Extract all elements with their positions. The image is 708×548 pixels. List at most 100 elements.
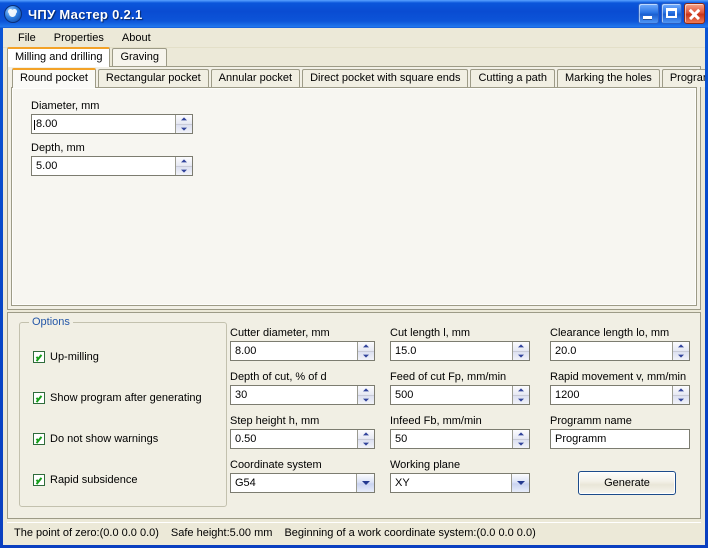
minimize-button[interactable] [638,3,659,24]
menu-item-about[interactable]: About [113,30,160,46]
rapid-movement-value[interactable]: 1200 [551,389,672,401]
tab-round-pocket[interactable]: Round pocket [12,68,96,88]
step-height-value[interactable]: 0.50 [231,433,357,445]
cut-length-spin-down[interactable] [513,350,529,361]
tab-marking-the-holes[interactable]: Marking the holes [556,69,660,87]
clearance-length-label: Clearance length lo, mm [550,327,670,339]
feed-of-cut-spin-down[interactable] [513,394,529,405]
checkbox-row-rapid-subsidence[interactable]: Rapid subsidence [33,474,137,486]
status-bar-text: The point of zero:(0.0 0.0 0.0) Safe heig… [7,527,548,539]
depth-of-cut-spin-up[interactable] [358,386,374,395]
close-button[interactable] [684,3,705,24]
checkbox-row-up-milling[interactable]: Up-milling [33,351,99,363]
checkbox-up-milling[interactable] [33,351,45,363]
clearance-length-spin-up[interactable] [673,342,689,351]
feed-of-cut-spin-up[interactable] [513,386,529,395]
depth-of-cut-spinbox[interactable]: 30 [230,385,375,405]
menu-item-properties[interactable]: Properties [45,30,113,46]
tab-programm[interactable]: Programm [661,69,705,87]
feed-of-cut-spinbox[interactable]: 500 [390,385,530,405]
depth-of-cut-spin-down[interactable] [358,394,374,405]
rapid-movement-spinbox[interactable]: 1200 [550,385,690,405]
tab-cutting-a-path[interactable]: Cutting a path [470,69,555,87]
tab-milling-and-drilling[interactable]: Milling and drilling [7,47,111,67]
tab-rectangular-pocket[interactable]: Rectangular pocket [97,69,209,87]
infeed-spin-down[interactable] [513,438,529,449]
depth-spinbox[interactable]: 5.00 [31,156,193,176]
cut-length-value[interactable]: 15.0 [391,345,512,357]
step-height-spin-up[interactable] [358,430,374,439]
field-rapid-movement: Rapid movement v, mm/min 1200 [550,371,690,405]
field-depth-of-cut: Depth of cut, % of d 30 [230,371,375,405]
chevron-down-icon[interactable] [511,474,529,492]
tab-direct-pocket-with-square-ends[interactable]: Direct pocket with square ends [302,69,469,87]
chevron-down-icon[interactable] [356,474,374,492]
programm-name-value[interactable]: Programm [551,433,689,445]
field-coordinate-system: Coordinate system G54 [230,459,375,493]
cutter-diameter-value[interactable]: 8.00 [231,345,357,357]
depth-spin-up[interactable] [176,157,192,166]
checkbox-row-show-program-after-generating[interactable]: Show program after generating [33,392,202,404]
feed-of-cut-spinner[interactable] [512,386,529,404]
label-show-program-after-generating: Show program after generating [50,392,202,404]
tab-annular-pocket[interactable]: Annular pocket [210,69,301,87]
step-height-spin-down[interactable] [358,438,374,449]
checkbox-show-program-after-generating[interactable] [33,392,45,404]
maximize-button[interactable] [661,3,682,24]
cut-length-spin-up[interactable] [513,342,529,351]
clearance-length-spinbox[interactable]: 20.0 [550,341,690,361]
generate-button[interactable]: Generate [578,471,676,495]
cut-length-spinner[interactable] [512,342,529,360]
app-disc-icon[interactable] [4,5,22,23]
outer-tab-strip: Milling and drilling Graving [3,47,705,67]
infeed-spin-up[interactable] [513,430,529,439]
clearance-length-value[interactable]: 20.0 [551,345,672,357]
chevron-down-icon [181,127,187,131]
clearance-length-spinner[interactable] [672,342,689,360]
coordinate-system-value[interactable]: G54 [231,477,356,489]
chevron-up-icon [363,388,369,392]
infeed-value[interactable]: 50 [391,433,512,445]
coordinate-system-combobox[interactable]: G54 [230,473,375,493]
tab-graving[interactable]: Graving [112,48,167,66]
rapid-movement-spin-down[interactable] [673,394,689,405]
rapid-movement-spinner[interactable] [672,386,689,404]
chevron-down-icon [518,354,524,358]
chevron-up-icon [363,432,369,436]
cutter-diameter-spinner[interactable] [357,342,374,360]
infeed-spinbox[interactable]: 50 [390,429,530,449]
working-plane-value[interactable]: XY [391,477,511,489]
cutter-diameter-spin-up[interactable] [358,342,374,351]
depth-spinner[interactable] [175,157,192,175]
cutter-diameter-spinbox[interactable]: 8.00 [230,341,375,361]
checkbox-rapid-subsidence[interactable] [33,474,45,486]
cutter-diameter-spin-down[interactable] [358,350,374,361]
feed-of-cut-value[interactable]: 500 [391,389,512,401]
menu-item-file[interactable]: File [9,30,45,46]
diameter-spinner[interactable] [175,115,192,133]
depth-of-cut-spinner[interactable] [357,386,374,404]
cut-length-label: Cut length l, mm [390,327,471,339]
chevron-down-icon [678,354,684,358]
depth-spin-down[interactable] [176,165,192,176]
rapid-movement-spin-up[interactable] [673,386,689,395]
depth-of-cut-value[interactable]: 30 [231,389,357,401]
diameter-spinbox[interactable]: 8.00 [31,114,193,134]
checkbox-do-not-show-warnings[interactable] [33,433,45,445]
step-height-spinbox[interactable]: 0.50 [230,429,375,449]
checkbox-row-do-not-show-warnings[interactable]: Do not show warnings [33,433,158,445]
programm-name-label: Programm name [550,415,632,427]
programm-name-input[interactable]: Programm [550,429,690,449]
diameter-spin-down[interactable] [176,123,192,134]
depth-value[interactable]: 5.00 [32,160,175,172]
step-height-spinner[interactable] [357,430,374,448]
diameter-spin-up[interactable] [176,115,192,124]
cut-length-spinbox[interactable]: 15.0 [390,341,530,361]
working-plane-label: Working plane [390,459,461,471]
working-plane-combobox[interactable]: XY [390,473,530,493]
diameter-label: Diameter, mm [31,100,100,112]
infeed-spinner[interactable] [512,430,529,448]
clearance-length-spin-down[interactable] [673,350,689,361]
diameter-value[interactable]: 8.00 [32,118,175,130]
field-cutter-diameter: Cutter diameter, mm 8.00 [230,327,375,361]
